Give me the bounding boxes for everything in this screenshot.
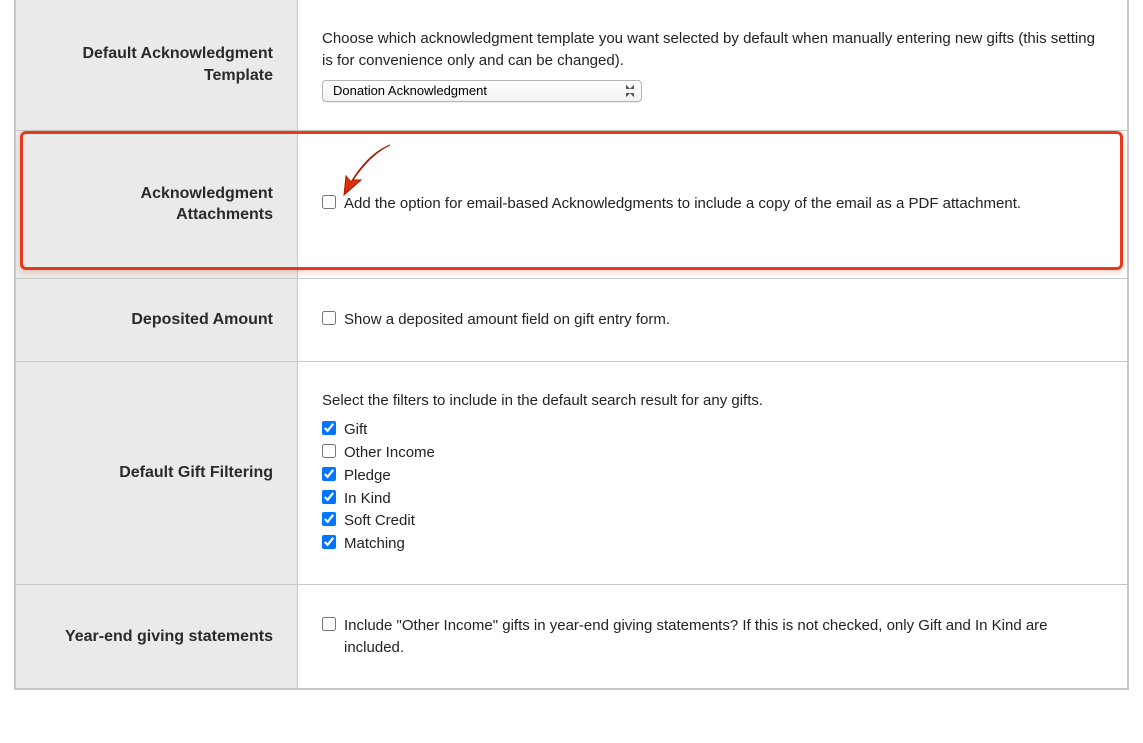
gift-filter-checkbox[interactable] — [322, 467, 336, 481]
checkbox-label: Pledge — [344, 465, 391, 487]
row-value-default-gift-filtering: Select the filters to include in the def… — [298, 361, 1128, 584]
checkbox-label: Gift — [344, 419, 367, 441]
checkbox-label: In Kind — [344, 488, 391, 510]
ack-template-select-wrap: Donation Acknowledgment — [322, 80, 642, 102]
gift-filter-row[interactable]: Soft Credit — [322, 510, 1103, 532]
label-text: Default Acknowledgment Template — [82, 45, 273, 84]
label-text: Deposited Amount — [131, 311, 273, 328]
year-end-checkbox-row[interactable]: Include "Other Income" gifts in year-end… — [322, 615, 1103, 659]
gift-filter-row[interactable]: Matching — [322, 533, 1103, 555]
row-value-deposited-amount: Show a deposited amount field on gift en… — [298, 278, 1128, 361]
row-label-default-ack-template: Default Acknowledgment Template — [16, 0, 298, 130]
deposited-amount-checkbox[interactable] — [322, 311, 336, 325]
row-label-deposited-amount: Deposited Amount — [16, 278, 298, 361]
checkbox-label: Other Income — [344, 442, 435, 464]
year-end-checkbox[interactable] — [322, 617, 336, 631]
row-label-default-gift-filtering: Default Gift Filtering — [16, 361, 298, 584]
row-label-year-end: Year-end giving statements — [16, 584, 298, 689]
row-value-default-ack-template: Choose which acknowledgment template you… — [298, 0, 1128, 130]
gift-filter-checkbox[interactable] — [322, 512, 336, 526]
ack-attachments-checkbox-row[interactable]: Add the option for email-based Acknowled… — [322, 193, 1103, 215]
gift-filter-checkbox[interactable] — [322, 490, 336, 504]
checkbox-label: Show a deposited amount field on gift en… — [344, 309, 670, 331]
label-text: Default Gift Filtering — [119, 464, 273, 481]
label-text: Acknowledgment Attachments — [141, 185, 273, 224]
gift-filter-list: Gift Other Income Pledge In Kind — [322, 419, 1103, 555]
settings-table: Default Acknowledgment Template Choose w… — [15, 0, 1128, 689]
description-text: Select the filters to include in the def… — [322, 390, 1103, 412]
checkbox-label: Soft Credit — [344, 510, 415, 532]
gift-filter-checkbox[interactable] — [322, 421, 336, 435]
checkbox-label: Add the option for email-based Acknowled… — [344, 193, 1021, 215]
row-value-ack-attachments: Add the option for email-based Acknowled… — [298, 130, 1128, 278]
label-text: Year-end giving statements — [65, 628, 273, 645]
row-value-year-end: Include "Other Income" gifts in year-end… — [298, 584, 1128, 689]
settings-panel: Default Acknowledgment Template Choose w… — [14, 0, 1129, 690]
gift-filter-row[interactable]: Gift — [322, 419, 1103, 441]
deposited-amount-checkbox-row[interactable]: Show a deposited amount field on gift en… — [322, 309, 1103, 331]
description-text: Choose which acknowledgment template you… — [322, 28, 1103, 72]
checkbox-label: Matching — [344, 533, 405, 555]
gift-filter-row[interactable]: Pledge — [322, 465, 1103, 487]
checkbox-label: Include "Other Income" gifts in year-end… — [344, 615, 1103, 659]
gift-filter-checkbox[interactable] — [322, 535, 336, 549]
gift-filter-row[interactable]: In Kind — [322, 488, 1103, 510]
gift-filter-row[interactable]: Other Income — [322, 442, 1103, 464]
ack-template-select[interactable]: Donation Acknowledgment — [322, 80, 642, 102]
row-label-ack-attachments: Acknowledgment Attachments — [16, 130, 298, 278]
gift-filter-checkbox[interactable] — [322, 444, 336, 458]
ack-attachments-checkbox[interactable] — [322, 195, 336, 209]
